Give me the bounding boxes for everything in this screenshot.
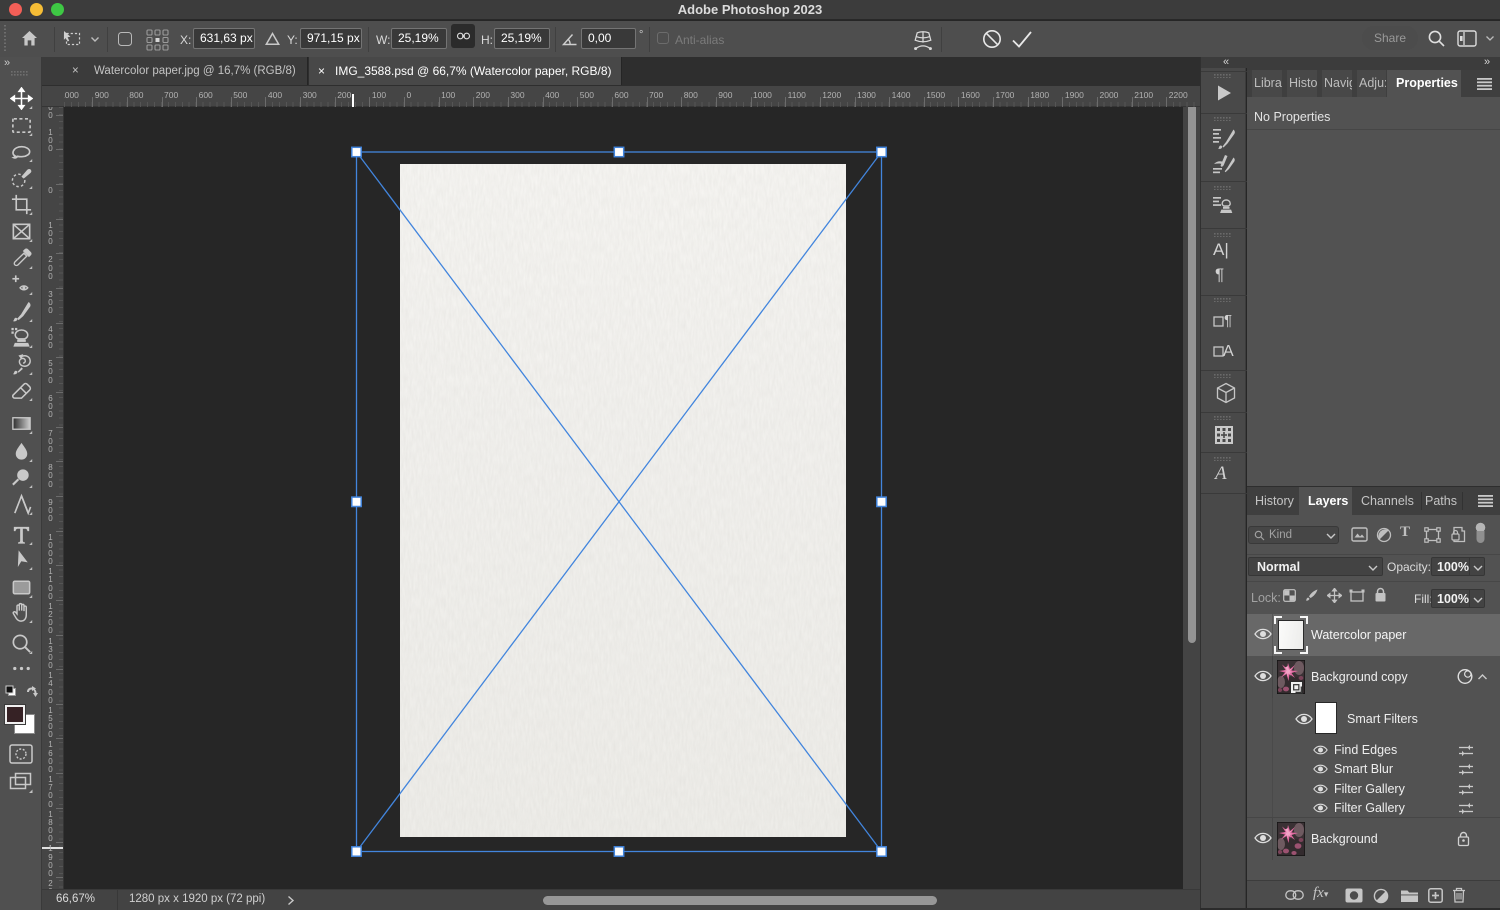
svg-text:¶: ¶ <box>1224 312 1232 329</box>
svg-text:A: A <box>1223 343 1234 360</box>
